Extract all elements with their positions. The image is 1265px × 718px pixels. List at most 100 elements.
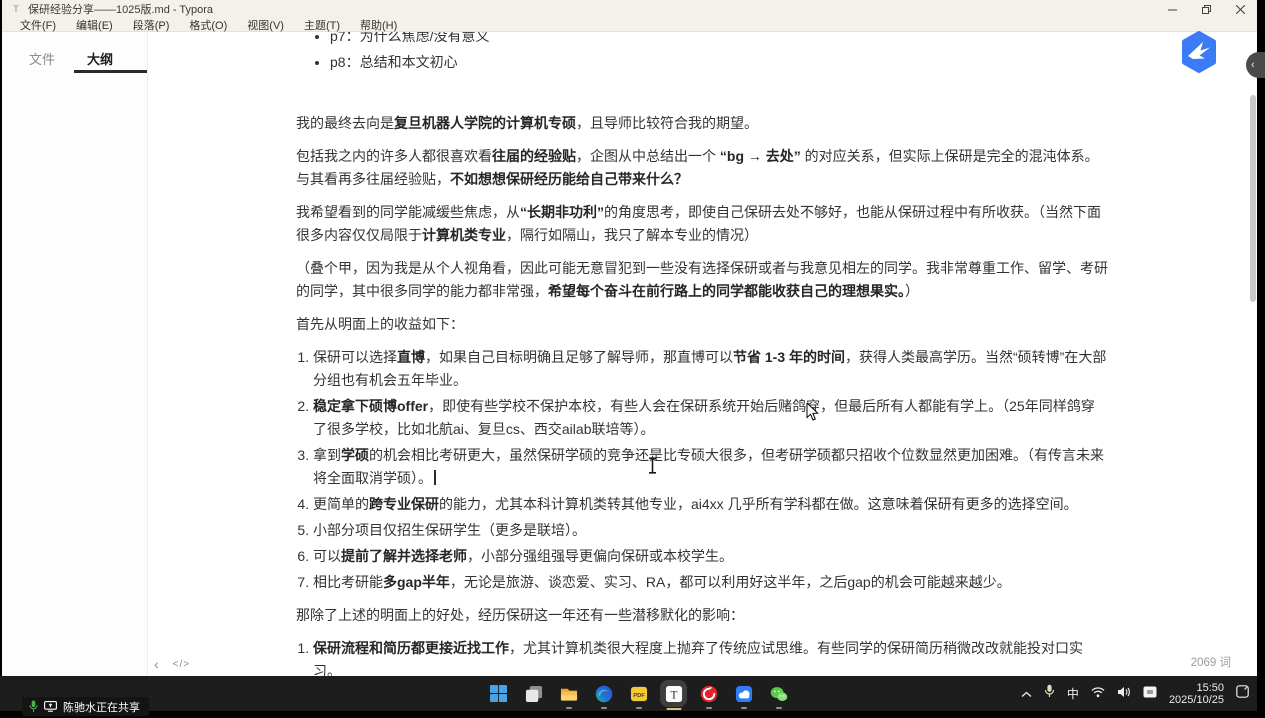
baidu-netdisk-icon[interactable]	[734, 684, 753, 703]
bold-text-run[interactable]: 直博	[397, 349, 425, 365]
minimize-button[interactable]	[1155, 0, 1189, 18]
text-run[interactable]: 相比考研能	[313, 574, 383, 590]
menu-item-3[interactable]: 格式(O)	[179, 17, 237, 33]
file-explorer-icon[interactable]	[559, 684, 578, 703]
toast-microphone-icon	[29, 700, 38, 713]
paragraph[interactable]: 首先从明面上的收益如下：	[296, 313, 1108, 336]
text-run[interactable]: ，企图从中总结出一个	[576, 148, 720, 164]
edge-browser-icon[interactable]	[594, 684, 613, 703]
text-run[interactable]: 那除了上述的明面上的好处，经历保研这一年还有一些潜移默化的影响：	[296, 607, 744, 623]
meeting-app-logo[interactable]	[1178, 31, 1220, 73]
screen-share-toast: 陈驰水正在共享	[22, 697, 149, 716]
tray-chevron-up-icon[interactable]	[1021, 685, 1032, 703]
bold-text-run[interactable]: 往届的经验贴	[492, 148, 576, 164]
list-item[interactable]: p8：总结和本文初心	[330, 51, 1108, 74]
text-run[interactable]: 拿到	[313, 447, 341, 463]
sidebar: 文件 大纲	[2, 32, 148, 676]
text-run[interactable]: ，且导师比较符合我的期望。	[576, 115, 758, 131]
list-item[interactable]: 更简单的跨专业保研的能力，尤其本科计算机类转其他专业，ai4xx 几乎所有学科都…	[313, 493, 1108, 516]
source-mode-icon[interactable]: </>	[173, 659, 190, 670]
text-run[interactable]: 更简单的	[313, 496, 369, 512]
speaker-icon[interactable]	[1117, 685, 1131, 703]
task-view-icon[interactable]	[524, 684, 543, 703]
wechat-icon[interactable]	[769, 684, 788, 703]
list-item[interactable]: 相比考研能多gap半年，无论是旅游、谈恋爱、实习、RA，都可以利用好这半年，之后…	[313, 571, 1108, 594]
paragraph[interactable]: 我的最终去向是复旦机器人学院的计算机专硕，且导师比较符合我的期望。	[296, 112, 1108, 135]
menu-item-1[interactable]: 编辑(E)	[66, 17, 123, 33]
text-run[interactable]: p7：为什么焦虑/没有意义	[330, 32, 489, 44]
text-run[interactable]: 的能力，尤其本科计算机类转其他专业，ai4xx 几乎所有学科都在做。这意味着保研…	[439, 496, 1078, 512]
list-item[interactable]: 保研流程和简历都更接近找工作，尤其计算机类很大程度上抛弃了传统应试思维。有些同学…	[313, 637, 1108, 676]
bold-text-run[interactable]: 希望每个奋斗在前行路上的同学都能收获自己的理想果实。	[548, 283, 905, 299]
bold-text-run[interactable]: 保研流程和简历都更接近找工作	[313, 640, 509, 656]
paragraph[interactable]: 那除了上述的明面上的好处，经历保研这一年还有一些潜移默化的影响：	[296, 604, 1108, 627]
bold-text-run[interactable]: 复旦机器人学院的计算机专硕	[394, 115, 576, 131]
list-item[interactable]: 保研可以选择直博，如果自己目标明确且足够了解导师，那直博可以节省 1-3 年的时…	[313, 346, 1108, 392]
paragraph[interactable]: 包括我之内的许多人都很喜欢看往届的经验贴，企图从中总结出一个 “bg → 去处”…	[296, 145, 1108, 191]
tab-files[interactable]: 文件	[29, 49, 55, 68]
bold-text-run[interactable]: 不如想想保研经历能给自己带来什么？	[450, 171, 688, 187]
paragraph[interactable]: 我希望看到的同学能减缓些焦虑，从“长期非功利”的角度思考，即使自己保研去处不够好…	[296, 201, 1108, 247]
bold-text-run[interactable]: “bg → 去处”	[720, 148, 801, 164]
text-run[interactable]: ，小部分强组强导更偏向保研或本校学生。	[467, 548, 733, 564]
markdown-document[interactable]: p7：为什么焦虑/没有意义 p8：总结和本文初心我的最终去向是复旦机器人学院的计算…	[296, 32, 1108, 676]
bold-text-run[interactable]: 计算机类专业	[422, 227, 506, 243]
bold-text-run[interactable]: 学硕	[341, 447, 369, 463]
bold-text-run[interactable]: 稳定拿下硕博offer	[313, 398, 428, 414]
svg-text:PDF: PDF	[633, 692, 645, 698]
netease-music-icon[interactable]	[699, 684, 718, 703]
word-count: 2069 词	[1191, 654, 1231, 670]
menu-item-4[interactable]: 视图(V)	[237, 17, 294, 33]
tab-outline[interactable]: 大纲	[87, 49, 113, 68]
text-run[interactable]: 首先从明面上的收益如下：	[296, 316, 464, 332]
bold-text-run[interactable]: 多gap半年	[383, 574, 450, 590]
paragraph[interactable]: （叠个甲，因为我是从个人视角看，因此可能无意冒犯到一些没有选择保研或者与我意见相…	[296, 257, 1108, 303]
bold-text-run[interactable]: 节省 1-3 年的时间	[733, 349, 845, 365]
notification-center-icon[interactable]	[1236, 685, 1249, 703]
text-run[interactable]: 小部分项目仅招生保研学生（更多是联培）。	[313, 522, 586, 538]
editor[interactable]: p7：为什么焦虑/没有意义 p8：总结和本文初心我的最终去向是复旦机器人学院的计算…	[149, 32, 1256, 676]
list-item[interactable]: 可以提前了解并选择老师，小部分强组强导更偏向保研或本校学生。	[313, 545, 1108, 568]
menu-item-0[interactable]: 文件(F)	[10, 17, 66, 33]
text-run[interactable]: ，即使有些学校不保护本校，有些人会在保研系统开始后赌鸽穿，但最后所有人都能有学上…	[313, 398, 1095, 437]
list-item[interactable]: 稳定拿下硕博offer，即使有些学校不保护本校，有些人会在保研系统开始后赌鸽穿，…	[313, 395, 1108, 441]
tray-app-icon[interactable]	[1143, 685, 1157, 703]
menu-item-5[interactable]: 主题(T)	[294, 17, 350, 33]
wifi-icon[interactable]	[1091, 685, 1105, 703]
list-item[interactable]: 小部分项目仅招生保研学生（更多是联培）。	[313, 519, 1108, 542]
text-run[interactable]: 的机会相比考研更大，虽然保研学硕的竞争还是比专硕大很多，但考研学硕都只招收个位数…	[313, 447, 1104, 486]
ime-indicator[interactable]: 中	[1067, 685, 1079, 702]
tray-date: 2025/10/25	[1169, 694, 1224, 706]
text-run[interactable]: 我的最终去向是	[296, 115, 394, 131]
menu-item-6[interactable]: 帮助(H)	[350, 17, 407, 33]
text-run[interactable]: 包括我之内的许多人都很喜欢看	[296, 148, 492, 164]
text-run[interactable]: p8：总结和本文初心	[330, 54, 458, 70]
bold-text-run[interactable]: “长期非功利”	[520, 204, 604, 220]
list-item[interactable]: p7：为什么焦虑/没有意义	[330, 32, 1108, 48]
list-item[interactable]: 拿到学硕的机会相比考研更大，虽然保研学硕的竞争还是比专硕大很多，但考研学硕都只招…	[313, 444, 1108, 490]
restore-button[interactable]	[1189, 0, 1223, 18]
system-tray: 中 15:50 2025/10/25	[1021, 676, 1249, 711]
typora-icon[interactable]: T	[664, 684, 683, 703]
text-run[interactable]: 保研可以选择	[313, 349, 397, 365]
text-run[interactable]: ，隔行如隔山，我只了解本专业的情况）	[506, 227, 758, 243]
active-tab-underline	[74, 70, 147, 73]
scrollbar-thumb[interactable]	[1250, 95, 1256, 302]
sidebar-toggle-icon[interactable]: ‹	[154, 657, 159, 671]
text-run[interactable]: ，无论是旅游、谈恋爱、实习、RA，都可以利用好这半年，之后gap的机会可能越来越…	[450, 574, 1011, 590]
collapsed-panel-handle[interactable]: ‹	[1246, 52, 1265, 78]
window-title: 保研经验分享——1025版.md - Typora	[28, 1, 213, 17]
tray-time: 15:50	[1169, 682, 1224, 694]
text-run[interactable]: 我希望看到的同学能减缓些焦虑，从	[296, 204, 520, 220]
text-run[interactable]: ，如果自己目标明确且足够了解导师，那直博可以	[425, 349, 733, 365]
pdf-app-icon[interactable]: PDF	[629, 684, 648, 703]
text-run[interactable]: ）	[905, 283, 919, 299]
clock[interactable]: 15:50 2025/10/25	[1169, 682, 1224, 706]
bold-text-run[interactable]: 提前了解并选择老师	[341, 548, 467, 564]
windows-start-icon[interactable]	[489, 684, 508, 703]
close-button[interactable]	[1223, 0, 1257, 18]
bold-text-run[interactable]: 跨专业保研	[369, 496, 439, 512]
text-run[interactable]: 可以	[313, 548, 341, 564]
tray-microphone-icon[interactable]	[1044, 684, 1055, 703]
menu-item-2[interactable]: 段落(P)	[123, 17, 180, 33]
